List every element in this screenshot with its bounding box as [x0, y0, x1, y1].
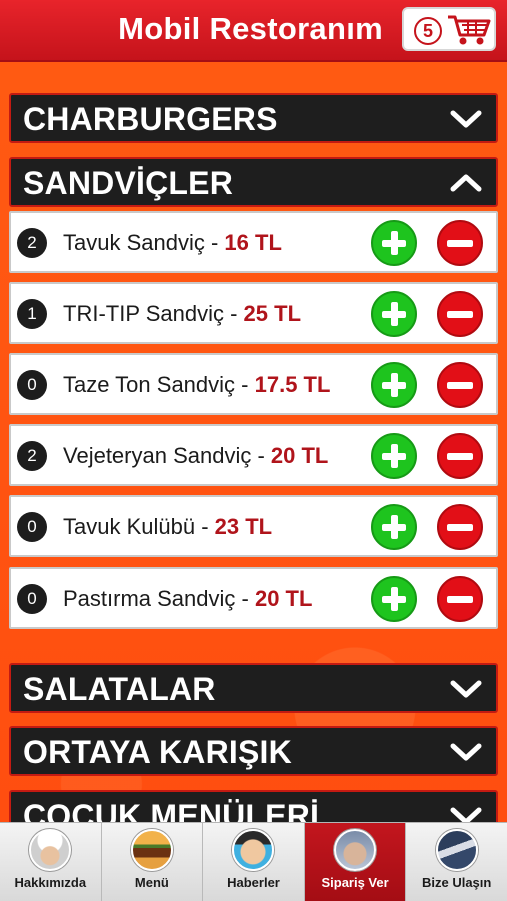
category-salatalar[interactable]: SALATALAR [9, 663, 498, 713]
item-separator: - [223, 301, 244, 326]
order-icon [334, 829, 377, 871]
item-separator: - [204, 230, 225, 255]
burger-icon [130, 829, 173, 871]
category-charburgers[interactable]: CHARBURGERS [9, 93, 498, 143]
item-title: Tavuk Sandviç - 16 TL [63, 230, 282, 256]
item-separator: - [195, 514, 215, 539]
quantity-badge: 0 [17, 584, 47, 614]
add-button[interactable] [371, 291, 417, 337]
app-header: Mobil Restoranım 5 [0, 0, 507, 62]
remove-button[interactable] [437, 433, 483, 479]
category-cocuk-menuleri[interactable]: ÇOCUK MENÜLERİ [9, 790, 498, 822]
item-separator: - [235, 372, 255, 397]
news-avatar-icon [232, 829, 275, 871]
remove-button[interactable] [437, 291, 483, 337]
item-name: Tavuk Kulübü [63, 514, 196, 539]
menu-item: 0 Taze Ton Sandviç - 17.5 TL [9, 353, 498, 415]
item-name: Vejeteryan Sandviç [63, 443, 252, 468]
tab-bize-ulasin[interactable]: Bize Ulaşın [406, 823, 507, 901]
tab-label: Sipariş Ver [321, 875, 389, 890]
tab-menu[interactable]: Menü [102, 823, 204, 901]
cart-button[interactable]: 5 [402, 7, 496, 51]
item-title: Vejeteryan Sandviç - 20 TL [63, 443, 328, 469]
shopping-cart-icon [448, 15, 491, 45]
item-name: Taze Ton Sandviç [63, 372, 236, 397]
add-button[interactable] [371, 220, 417, 266]
remove-button[interactable] [437, 220, 483, 266]
tab-haberler[interactable]: Haberler [203, 823, 305, 901]
category-label: ORTAYA KARIŞIK [23, 734, 292, 770]
item-title: Pastırma Sandviç - 20 TL [63, 586, 312, 612]
item-price: 25 TL [243, 301, 302, 326]
quantity-badge: 2 [17, 228, 47, 258]
item-price: 20 TL [270, 443, 329, 468]
remove-button[interactable] [437, 362, 483, 408]
item-price: 17.5 TL [254, 372, 331, 397]
category-label: SALATALAR [23, 671, 216, 707]
item-separator: - [235, 586, 255, 611]
tab-siparis-ver[interactable]: Sipariş Ver [304, 823, 407, 901]
chevron-up-icon [450, 174, 482, 192]
menu-item: 2 Tavuk Sandviç - 16 TL [9, 211, 498, 273]
quantity-badge: 0 [17, 512, 47, 542]
remove-button[interactable] [437, 504, 483, 550]
tab-bar: Hakkımızda Menü Haberler Sipariş Ver Biz… [0, 822, 507, 901]
menu-item: 2 Vejeteryan Sandviç - 20 TL [9, 424, 498, 486]
tab-label: Bize Ulaşın [421, 875, 492, 890]
tab-hakkimizda[interactable]: Hakkımızda [0, 823, 102, 901]
add-button[interactable] [371, 576, 417, 622]
chevron-down-icon [450, 680, 482, 698]
tab-label: Menü [134, 875, 169, 890]
item-title: Tavuk Kulübü - 23 TL [63, 514, 272, 540]
item-name: Pastırma Sandviç [63, 586, 236, 611]
item-price: 16 TL [224, 230, 282, 255]
remove-button[interactable] [437, 576, 483, 622]
chevron-down-icon [450, 743, 482, 761]
menu-list[interactable]: CHARBURGERS SANDVİÇLER 2 Tavuk Sandviç -… [0, 62, 507, 822]
chef-avatar-icon [29, 829, 72, 871]
menu-item: 0 Pastırma Sandviç - 20 TL [9, 567, 498, 629]
category-sandvicler[interactable]: SANDVİÇLER [9, 157, 498, 207]
menu-item: 0 Tavuk Kulübü - 23 TL [9, 495, 498, 557]
item-price: 23 TL [214, 514, 273, 539]
item-name: TRI-TIP Sandviç [63, 301, 224, 326]
contact-icon [435, 829, 478, 871]
category-label: ÇOCUK MENÜLERİ [23, 798, 320, 822]
item-name: Tavuk Sandviç [63, 230, 205, 255]
chevron-down-icon [450, 807, 482, 822]
menu-item: 1 TRI-TIP Sandviç - 25 TL [9, 282, 498, 344]
item-title: TRI-TIP Sandviç - 25 TL [63, 301, 301, 327]
tab-label: Haberler [227, 875, 280, 890]
category-label: CHARBURGERS [23, 101, 278, 137]
quantity-badge: 2 [17, 441, 47, 471]
add-button[interactable] [371, 504, 417, 550]
quantity-badge: 0 [17, 370, 47, 400]
tab-label: Hakkımızda [14, 875, 87, 890]
item-separator: - [251, 443, 271, 468]
quantity-badge: 1 [17, 299, 47, 329]
item-price: 20 TL [254, 586, 313, 611]
item-title: Taze Ton Sandviç - 17.5 TL [63, 372, 330, 398]
category-ortaya-karisik[interactable]: ORTAYA KARIŞIK [9, 726, 498, 776]
chevron-down-icon [450, 110, 482, 128]
add-button[interactable] [371, 433, 417, 479]
add-button[interactable] [371, 362, 417, 408]
category-label: SANDVİÇLER [23, 165, 234, 201]
app-title: Mobil Restoranım [118, 11, 383, 46]
cart-count-badge: 5 [414, 17, 442, 45]
